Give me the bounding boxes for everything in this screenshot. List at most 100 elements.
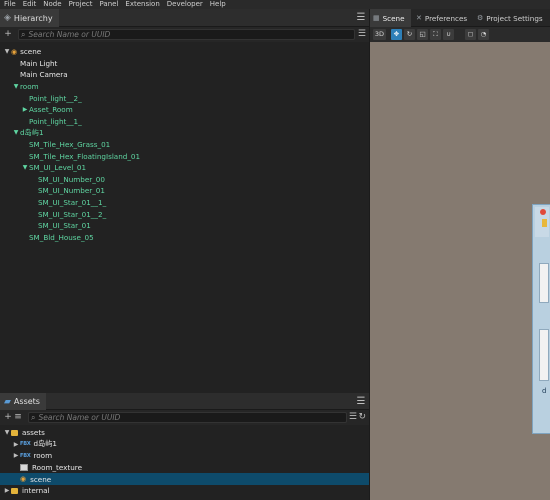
asset-item-label: d岛屿1 (33, 439, 57, 449)
hierarchy-node[interactable]: ▼ d岛屿1 (0, 127, 369, 139)
tab-preferences[interactable]: ✕ Preferences (416, 9, 467, 27)
toggle-3d-button[interactable]: 3D (373, 29, 386, 40)
assets-menu-icon[interactable]: ☰ (356, 396, 366, 407)
menu-item-node[interactable]: Node (43, 0, 61, 9)
rect-tool-icon[interactable]: ⛶ (430, 29, 441, 40)
hierarchy-node[interactable]: SM_UI_Number_01 (0, 185, 369, 197)
hierarchy-node-label: Point_light__2_ (29, 93, 82, 103)
assets-panel: ▰ Assets ☰ + ≡ ⌕ ☰ ↻ ▼assets▶FBXd岛屿1▶FBX… (0, 393, 369, 500)
expand-arrow-icon[interactable]: ▼ (21, 164, 29, 171)
hierarchy-node-label: SM_Bld_House_05 (29, 232, 94, 242)
hierarchy-node-label: scene (20, 47, 42, 57)
assets-tab-label: Assets (13, 397, 40, 406)
hierarchy-node[interactable]: SM_UI_Star_01__2_ (0, 208, 369, 220)
layers-icon: ◈ (4, 13, 11, 23)
pivot-icon[interactable]: ◔ (478, 29, 489, 40)
asset-item[interactable]: Room_texture (0, 462, 369, 474)
tab-scene[interactable]: ▦ Scene (370, 9, 411, 27)
asset-item[interactable]: ▶ FBX room (0, 450, 369, 462)
hierarchy-tab-label: Hierarchy (13, 13, 53, 23)
gear-icon: ⚙ (477, 14, 484, 22)
add-node-icon[interactable]: + (3, 29, 13, 40)
menu-bar: File Edit Node Project Panel Extension Develop… (0, 0, 550, 9)
scale-tool-icon[interactable]: ◱ (417, 29, 428, 40)
asset-item-label: room (33, 451, 53, 461)
assets-search-input[interactable] (38, 413, 346, 422)
expand-arrow-icon[interactable]: ▼ (3, 48, 11, 55)
fbx-icon: FBX (20, 452, 31, 459)
hierarchy-node[interactable]: SM_Tile_Hex_Grass_01 (0, 139, 369, 151)
menu-item-project[interactable]: Project (69, 0, 93, 9)
hierarchy-node[interactable]: Point_light__1_ (0, 116, 369, 128)
hierarchy-node[interactable]: SM_UI_Number_00 (0, 174, 369, 186)
texture-icon (20, 464, 28, 472)
tab-assets[interactable]: ▰ Assets (0, 393, 46, 410)
hierarchy-node-label: Main Light (20, 58, 58, 68)
add-asset-icon[interactable]: + (3, 412, 13, 423)
asset-item[interactable]: ◉ scene (0, 473, 369, 485)
tab-scene-label: Scene (382, 13, 405, 23)
refresh-icon[interactable]: ↻ (358, 412, 366, 423)
tab-project-settings-label: Project Settings (486, 13, 543, 23)
scene-toolbar: 3D ✥ ↻ ◱ ⛶ ∪ ◻ ◔ (370, 27, 550, 42)
tab-hierarchy[interactable]: ◈ Hierarchy (0, 9, 59, 27)
hierarchy-node-label: d岛屿1 (20, 127, 44, 137)
hierarchy-node-label: Main Camera (20, 70, 68, 80)
collapse-arrow-icon[interactable]: ▶ (12, 441, 20, 448)
hierarchy-node[interactable]: ▼ room (0, 81, 369, 93)
hierarchy-node-label: SM_UI_Star_01 (38, 221, 91, 231)
tab-preferences-label: Preferences (424, 13, 468, 23)
move-tool-icon[interactable]: ✥ (391, 29, 402, 40)
hierarchy-node[interactable]: Main Light (0, 58, 369, 70)
hierarchy-node[interactable]: ▶ Asset_Room (0, 104, 369, 116)
hierarchy-node[interactable]: SM_UI_Star_01 (0, 220, 369, 232)
hierarchy-node[interactable]: SM_Tile_Hex_FloatingIsland_01 (0, 150, 369, 162)
scene-viewport[interactable]: d (370, 42, 550, 500)
hierarchy-node-label: SM_UI_Star_01__2_ (38, 209, 107, 219)
hierarchy-node[interactable]: ▼ ◉ scene (0, 46, 369, 58)
hierarchy-node-label: SM_Tile_Hex_Grass_01 (29, 140, 111, 150)
menu-item-panel[interactable]: Panel (100, 0, 119, 9)
menu-item-file[interactable]: File (4, 0, 16, 9)
object-panel-bar (539, 263, 549, 303)
menu-item-edit[interactable]: Edit (23, 0, 37, 9)
hierarchy-node[interactable]: Main Camera (0, 69, 369, 81)
local-space-icon[interactable]: ◻ (465, 29, 476, 40)
menu-item-developer[interactable]: Developer (167, 0, 203, 9)
asset-item[interactable]: ▶ FBX d岛屿1 (0, 439, 369, 451)
sort-icon[interactable]: ≡ (13, 412, 23, 423)
hierarchy-node[interactable]: SM_UI_Star_01__1_ (0, 197, 369, 209)
hierarchy-node-label: SM_UI_Level_01 (29, 163, 87, 173)
collapse-arrow-icon[interactable]: ▶ (3, 487, 11, 494)
hierarchy-search-input[interactable] (28, 30, 354, 39)
asset-item[interactable]: ▼ assets (0, 427, 369, 439)
hierarchy-tabbar: ◈ Hierarchy ☰ (0, 9, 369, 27)
magnet-tool-icon[interactable]: ∪ (443, 29, 454, 40)
expand-arrow-icon[interactable]: ▼ (3, 429, 11, 436)
menu-item-extension[interactable]: Extension (125, 0, 159, 9)
asset-item-label: assets (22, 428, 45, 438)
asset-item-label: internal (22, 486, 50, 496)
menu-item-help[interactable]: Help (210, 0, 226, 9)
collapse-all-icon[interactable]: ☰ (358, 29, 366, 40)
collapse-arrow-icon[interactable]: ▶ (21, 106, 29, 113)
asset-item[interactable]: ▶ internal (0, 485, 369, 497)
hierarchy-node[interactable]: SM_Bld_House_05 (0, 232, 369, 244)
hierarchy-search: ⌕ (18, 29, 355, 40)
hierarchy-node[interactable]: Point_light__2_ (0, 92, 369, 104)
collapse-arrow-icon[interactable]: ▶ (12, 452, 20, 459)
tab-project-settings[interactable]: ⚙ Project Settings (477, 9, 543, 27)
asset-item-label: Room_texture (32, 463, 83, 473)
rotate-tool-icon[interactable]: ↻ (404, 29, 415, 40)
expand-arrow-icon[interactable]: ▼ (12, 129, 20, 136)
assets-toolbar: + ≡ ⌕ ☰ ↻ (0, 410, 369, 425)
hierarchy-node-label: SM_UI_Number_00 (38, 174, 105, 184)
expand-arrow-icon[interactable]: ▼ (12, 83, 20, 90)
hierarchy-menu-icon[interactable]: ☰ (356, 12, 366, 23)
folder-icon: ▰ (4, 396, 11, 407)
assets-search: ⌕ (28, 412, 347, 423)
hierarchy-node-label: SM_UI_Star_01__1_ (38, 198, 107, 208)
collapse-icon[interactable]: ☰ (349, 412, 357, 423)
hierarchy-toolbar: + ⌕ ☰ (0, 27, 369, 42)
hierarchy-node[interactable]: ▼ SM_UI_Level_01 (0, 162, 369, 174)
